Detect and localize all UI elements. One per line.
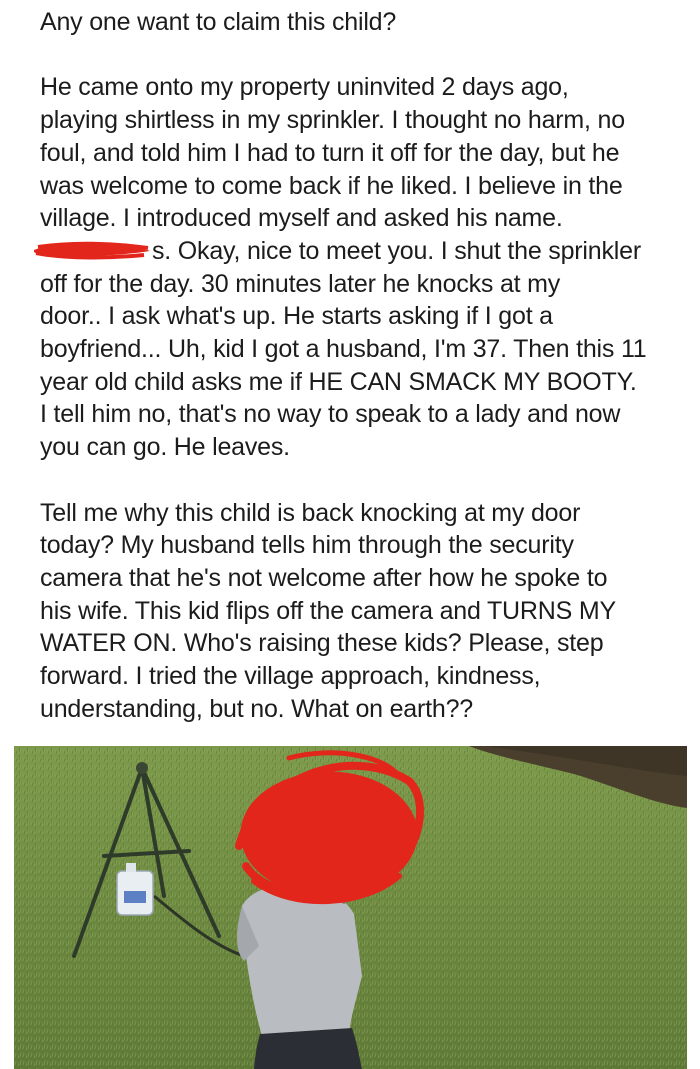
text-line: year old child asks me if HE CAN SMACK M…: [40, 367, 637, 396]
text-line: village. I introduced myself and asked h…: [40, 204, 563, 233]
paragraph-1: He came onto my property uninvited 2 day…: [34, 71, 680, 463]
redacted-name-scribble: [32, 240, 150, 262]
text-line: his wife. This kid flips off the camera …: [40, 596, 616, 625]
text-line: was welcome to come back if he liked. I …: [40, 171, 623, 200]
text-line: WATER ON. Who's raising these kids? Plea…: [40, 629, 604, 658]
text-line: foul, and told him I had to turn it off …: [40, 138, 620, 167]
text-line: understanding, but no. What on earth??: [40, 694, 473, 723]
text-line: boyfriend... Uh, kid I got a husband, I'…: [40, 335, 647, 364]
title-line: Any one want to claim this child?: [40, 8, 397, 36]
text-line: you can go. He leaves.: [40, 433, 290, 462]
paragraph-2: Tell me why this child is back knocking …: [40, 497, 680, 726]
text-line: off for the day. 30 minutes later he kno…: [40, 269, 561, 298]
text-line: Tell me why this child is back knocking …: [40, 498, 581, 527]
post-body: Any one want to claim this child? He cam…: [34, 6, 680, 758]
post-screenshot: Any one want to claim this child? He cam…: [0, 0, 700, 1069]
text-line: forward. I tried the village approach, k…: [40, 662, 541, 691]
yard-photo: [14, 746, 687, 1069]
text-line: camera that he's not welcome after how h…: [40, 563, 608, 592]
photo-of-child-in-yard-icon: [14, 746, 687, 1069]
text-line-rest: s. Okay, nice to meet you. I shut the sp…: [152, 236, 641, 265]
post-title: Any one want to claim this child?: [40, 6, 680, 39]
text-line: I tell him no, that's no way to speak to…: [40, 400, 621, 429]
text-line: He came onto my property uninvited 2 day…: [40, 73, 569, 102]
text-line: door.. I ask what's up. He starts asking…: [40, 302, 553, 331]
text-line: today? My husband tells him through the …: [40, 531, 574, 560]
text-line-with-redaction: s. Okay, nice to meet you. I shut the sp…: [34, 235, 680, 268]
text-line: playing shirtless in my sprinkler. I tho…: [40, 106, 625, 135]
